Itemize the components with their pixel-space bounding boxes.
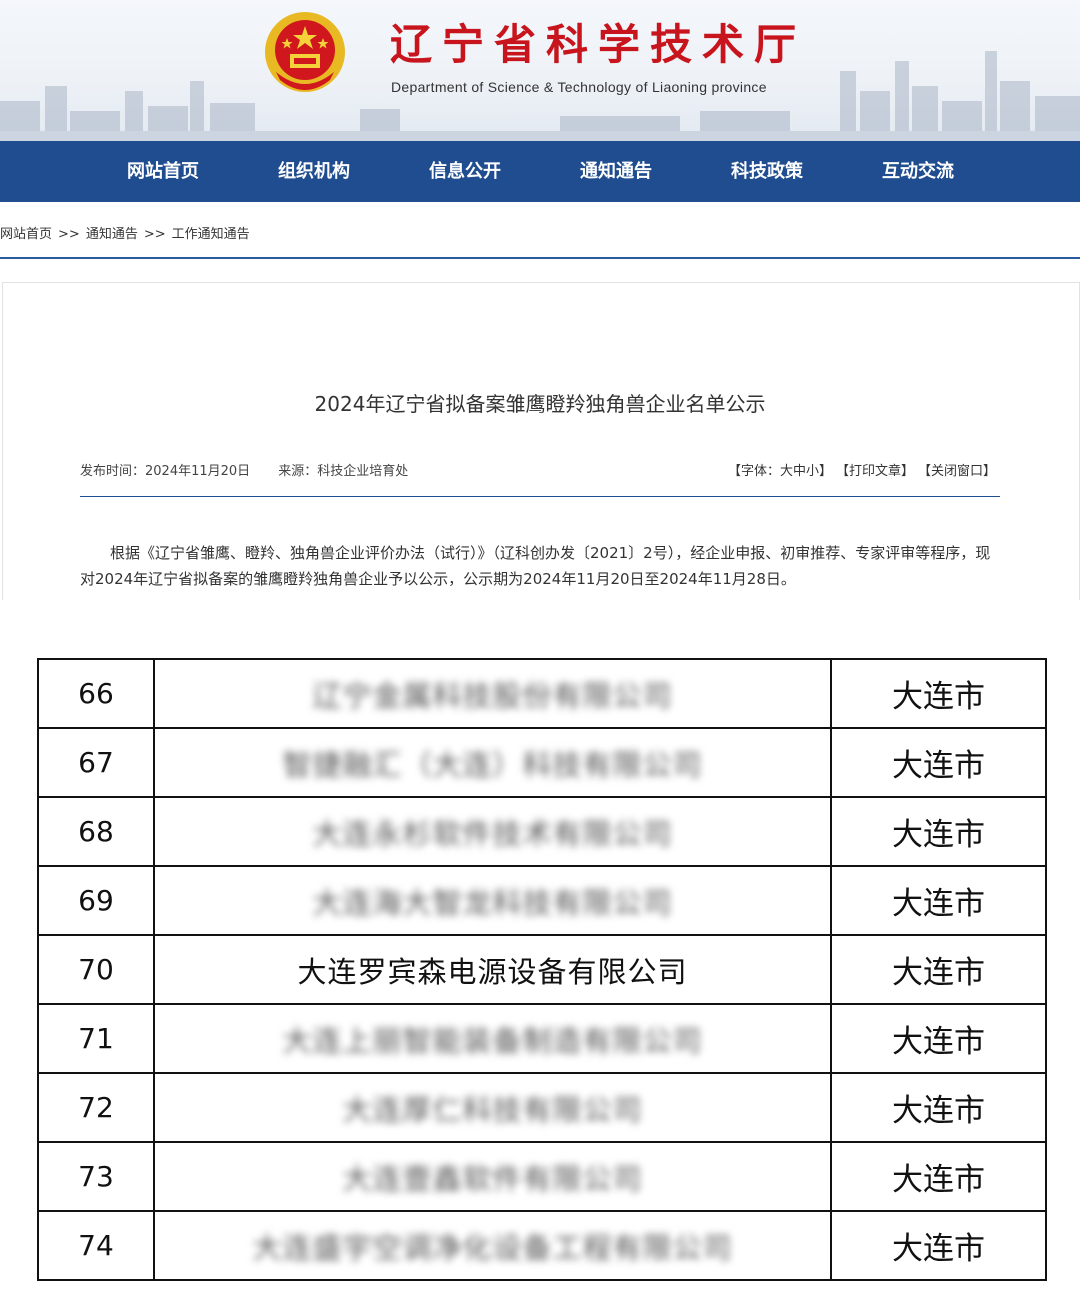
breadcrumb-notices[interactable]: 通知通告 xyxy=(86,224,138,246)
source-label: 来源： xyxy=(278,464,318,479)
table-row: 69 大连海大智龙科技有限公司 大连市 xyxy=(37,865,1047,936)
row-number: 72 xyxy=(37,1072,155,1143)
table-row: 74 大连盛宇空调净化设备工程有限公司 大连市 xyxy=(37,1210,1047,1281)
row-number: 66 xyxy=(37,658,155,729)
table-row: 72 大连厚仁科技有限公司 大连市 xyxy=(37,1072,1047,1143)
company-name-blurred: 辽宁金属科技股份有限公司 xyxy=(312,678,673,713)
article-title: 2024年辽宁省拟备案雏鹰瞪羚独角兽企业名单公示 xyxy=(314,392,766,416)
row-number: 74 xyxy=(37,1210,155,1281)
company-name-blurred: 大连上丽智能装备制造有限公司 xyxy=(282,1023,703,1058)
nav-item-interaction[interactable]: 互动交流 xyxy=(843,141,993,202)
article-meta: 发布时间：2024年11月20日 来源：科技企业培育处 xyxy=(80,460,408,479)
row-number: 70 xyxy=(37,934,155,1005)
breadcrumb-separator: >> xyxy=(143,227,166,242)
city-cell: 大连市 xyxy=(830,1210,1047,1281)
company-name-cell: 大连盛宇空调净化设备工程有限公司 xyxy=(153,1210,832,1281)
table-row: 68 大连永杉软件技术有限公司 大连市 xyxy=(37,796,1047,867)
company-name-cell: 大连壹鑫软件有限公司 xyxy=(153,1141,832,1212)
source-value: 科技企业培育处 xyxy=(317,464,409,479)
article-tools: 【字体：大中小】 【打印文章】 【关闭窗口】 xyxy=(724,460,996,479)
city-cell: 大连市 xyxy=(830,796,1047,867)
company-name-cell: 大连罗宾森电源设备有限公司 xyxy=(153,934,832,1005)
row-number: 69 xyxy=(37,865,155,936)
city-cell: 大连市 xyxy=(830,658,1047,729)
city-cell: 大连市 xyxy=(830,865,1047,936)
meta-divider xyxy=(80,496,1000,497)
nav-item-organization[interactable]: 组织机构 xyxy=(239,141,389,202)
company-name-blurred: 智捷融汇（大连）科技有限公司 xyxy=(282,747,703,782)
site-header: 辽宁省科学技术厅 Department of Science & Technol… xyxy=(0,0,1080,141)
row-number: 71 xyxy=(37,1003,155,1074)
table-row: 70 大连罗宾森电源设备有限公司 大连市 xyxy=(37,934,1047,1005)
city-cell: 大连市 xyxy=(830,1141,1047,1212)
company-name-blurred: 大连盛宇空调净化设备工程有限公司 xyxy=(252,1230,733,1265)
city-cell: 大连市 xyxy=(830,1003,1047,1074)
site-subtitle: Department of Science & Technology of Li… xyxy=(391,79,767,95)
table-row: 67 智捷融汇（大连）科技有限公司 大连市 xyxy=(37,727,1047,798)
table-row: 73 大连壹鑫软件有限公司 大连市 xyxy=(37,1141,1047,1212)
print-article-link[interactable]: 【打印文章】 xyxy=(836,460,914,479)
company-name-blurred: 大连海大智龙科技有限公司 xyxy=(312,885,673,920)
company-name-cell: 大连上丽智能装备制造有限公司 xyxy=(153,1003,832,1074)
table-row: 66 辽宁金属科技股份有限公司 大连市 xyxy=(37,658,1047,729)
national-emblem-logo xyxy=(265,12,345,92)
main-nav: 网站首页 组织机构 信息公开 通知通告 科技政策 互动交流 xyxy=(0,141,1080,202)
company-name-blurred: 大连厚仁科技有限公司 xyxy=(342,1092,643,1127)
city-cell: 大连市 xyxy=(830,1072,1047,1143)
company-name-blurred: 大连壹鑫软件有限公司 xyxy=(342,1161,643,1196)
company-name-cell: 智捷融汇（大连）科技有限公司 xyxy=(153,727,832,798)
nav-item-policy[interactable]: 科技政策 xyxy=(692,141,842,202)
company-name-cell: 辽宁金属科技股份有限公司 xyxy=(153,658,832,729)
site-title: 辽宁省科学技术厅 xyxy=(390,20,807,69)
city-cell: 大连市 xyxy=(830,934,1047,1005)
nav-item-home[interactable]: 网站首页 xyxy=(88,141,238,202)
company-name-cell: 大连永杉软件技术有限公司 xyxy=(153,796,832,867)
font-size-control[interactable]: 【字体：大中小】 xyxy=(728,460,832,479)
nav-item-notices[interactable]: 通知通告 xyxy=(541,141,691,202)
company-name-blurred: 大连永杉软件技术有限公司 xyxy=(312,816,673,851)
breadcrumb: 网站首页 >> 通知通告 >> 工作通知通告 xyxy=(0,224,250,246)
row-number: 73 xyxy=(37,1141,155,1212)
breadcrumb-divider xyxy=(0,257,1080,259)
nav-item-info-disclosure[interactable]: 信息公开 xyxy=(390,141,540,202)
company-name: 大连罗宾森电源设备有限公司 xyxy=(297,954,688,989)
row-number: 67 xyxy=(37,727,155,798)
breadcrumb-separator: >> xyxy=(58,227,80,242)
article-paragraph: 根据《辽宁省雏鹰、瞪羚、独角兽企业评价办法（试行）》（辽科创办发〔2021〕2号… xyxy=(80,544,991,588)
table-row: 71 大连上丽智能装备制造有限公司 大连市 xyxy=(37,1003,1047,1074)
close-window-link[interactable]: 【关闭窗口】 xyxy=(918,460,996,479)
row-number: 68 xyxy=(37,796,155,867)
company-list-table: 66 辽宁金属科技股份有限公司 大连市 67 智捷融汇（大连）科技有限公司 大连市 68 大连… xyxy=(37,658,1047,1281)
company-name-cell: 大连厚仁科技有限公司 xyxy=(153,1072,832,1143)
city-cell: 大连市 xyxy=(830,727,1047,798)
breadcrumb-home[interactable]: 网站首页 xyxy=(0,224,52,246)
company-name-cell: 大连海大智龙科技有限公司 xyxy=(153,865,832,936)
publish-date: 2024年11月20日 xyxy=(145,464,251,479)
publish-label: 发布时间： xyxy=(80,464,146,479)
breadcrumb-work-notices[interactable]: 工作通知通告 xyxy=(172,224,250,246)
